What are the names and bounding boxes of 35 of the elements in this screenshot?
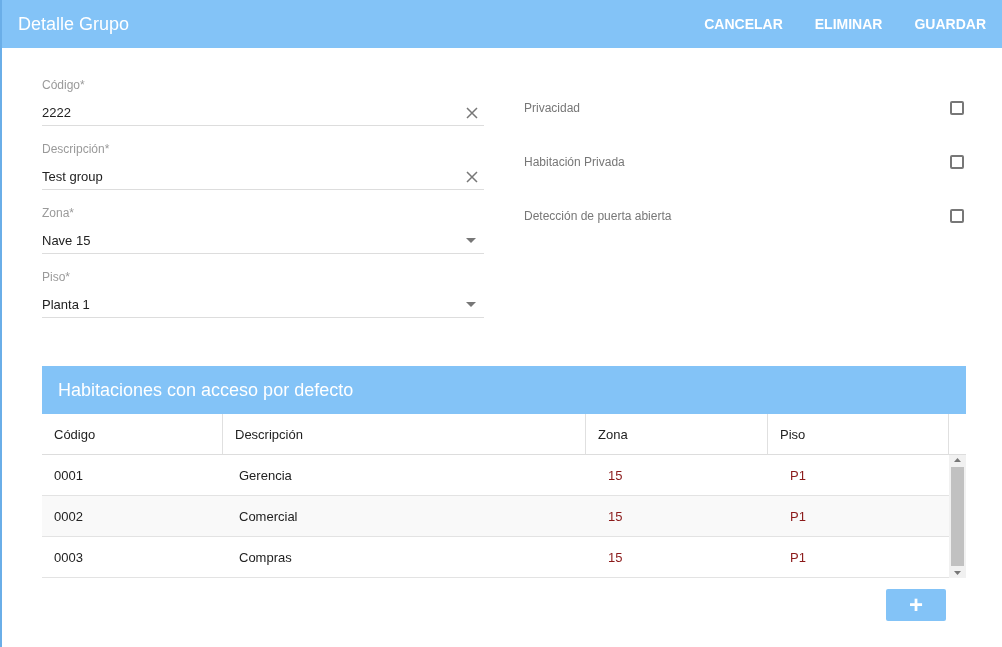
table-cell-text: P1 — [789, 548, 807, 567]
scroll-up-icon[interactable] — [954, 458, 961, 462]
table-cell-text: 15 — [607, 548, 624, 567]
field-label: Descripción* — [42, 142, 111, 156]
table-cell-text: P1 — [789, 466, 807, 485]
page-title: Detalle Grupo — [18, 13, 131, 35]
checkbox-label: Habitación Privada — [524, 155, 625, 169]
field-label: Zona* — [42, 206, 76, 220]
checkbox[interactable] — [950, 209, 964, 223]
table-cell-text: 15 — [607, 507, 624, 526]
table-title: Habitaciones con acceso por defecto — [42, 366, 966, 414]
caret-icon[interactable] — [466, 238, 476, 243]
table-cell-text: P1 — [789, 507, 807, 526]
clear-icon[interactable] — [466, 170, 478, 183]
scrollbar[interactable] — [949, 455, 966, 578]
select-field[interactable]: Nave 15 — [42, 228, 484, 254]
table-cell-text: Comercial — [238, 507, 299, 526]
table-cell-text: Compras — [238, 548, 293, 567]
checkbox[interactable] — [950, 155, 964, 169]
clear-icon[interactable] — [466, 106, 478, 119]
field-label: Piso* — [42, 270, 71, 284]
table-cell-text: Gerencia — [238, 466, 293, 485]
checkbox-label: Privacidad — [524, 101, 581, 115]
input-field[interactable]: Test group — [42, 164, 484, 190]
table-cell-text: 0002 — [53, 507, 84, 526]
checkbox[interactable] — [950, 101, 964, 115]
field-label: Código* — [42, 78, 86, 92]
input-field[interactable]: 2222 — [42, 100, 484, 126]
table-cell-text: 15 — [607, 466, 624, 485]
scroll-down-icon[interactable] — [954, 571, 961, 575]
table-cell-text: 0001 — [53, 466, 84, 485]
table-cell-text: 0003 — [53, 548, 84, 567]
select-field[interactable]: Planta 1 — [42, 292, 484, 318]
caret-icon[interactable] — [466, 302, 476, 307]
checkbox-label: Detección de puerta abierta — [524, 209, 672, 223]
